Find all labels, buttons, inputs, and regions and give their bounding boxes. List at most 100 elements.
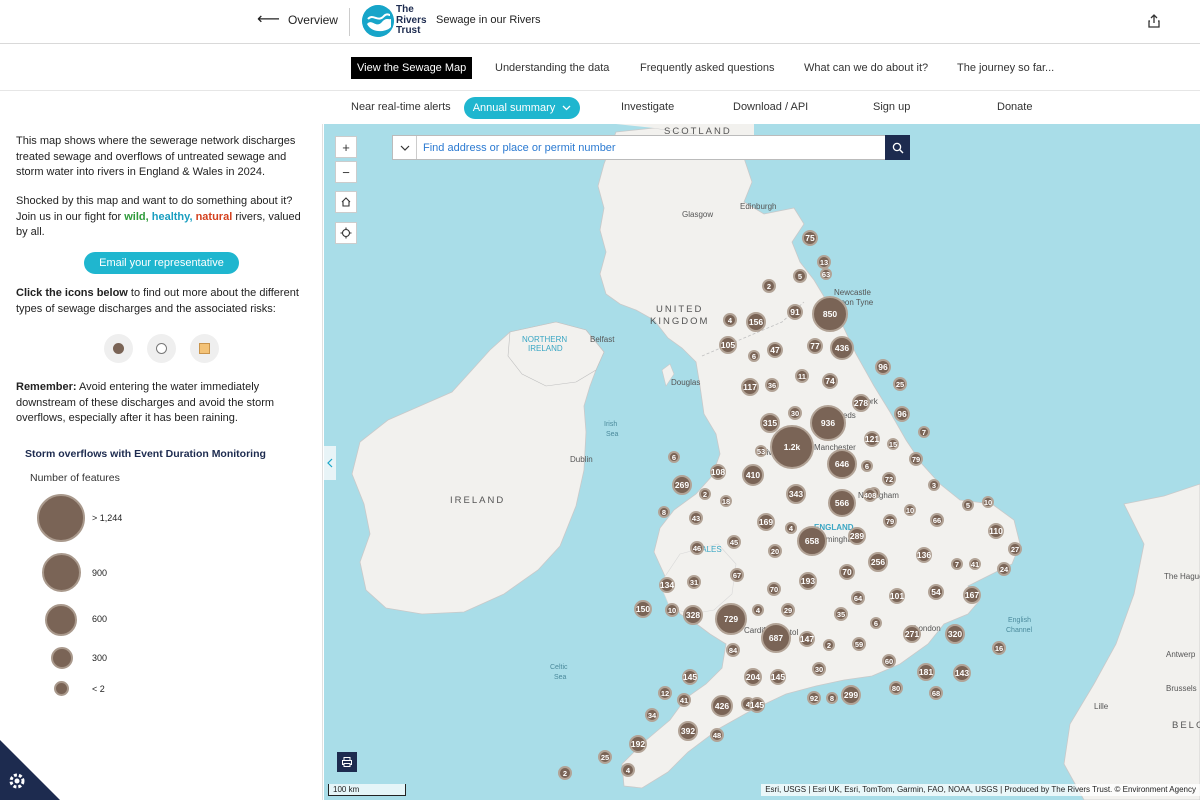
emergency-overflow-button[interactable] (190, 334, 219, 363)
overflow-cluster[interactable]: 2 (699, 488, 711, 500)
overflow-cluster[interactable]: 7 (918, 426, 930, 438)
overflow-cluster[interactable]: 134 (659, 577, 675, 593)
overflow-cluster[interactable]: 53 (755, 445, 767, 457)
overflow-cluster[interactable]: 169 (757, 513, 775, 531)
overflow-cluster[interactable]: 156 (746, 312, 766, 332)
overflow-cluster[interactable]: 5 (962, 499, 974, 511)
overflow-cluster[interactable]: 31 (687, 575, 701, 589)
overflow-cluster[interactable]: 6 (870, 617, 882, 629)
overflow-cluster[interactable]: 74 (822, 373, 838, 389)
overflow-cluster[interactable]: 27 (1008, 542, 1022, 556)
overflow-cluster[interactable]: 11 (795, 369, 809, 383)
overflow-cluster[interactable]: 20 (768, 544, 782, 558)
overflow-cluster[interactable]: 147 (799, 631, 815, 647)
overflow-cluster[interactable]: 936 (810, 405, 846, 441)
overflow-cluster[interactable]: 289 (848, 527, 866, 545)
overflow-cluster[interactable]: 8 (826, 692, 838, 704)
overflow-cluster[interactable]: 35 (834, 607, 848, 621)
overflow-cluster[interactable]: 4 (752, 604, 764, 616)
overflow-cluster[interactable]: 110 (988, 523, 1004, 539)
overflow-cluster[interactable]: 41 (969, 558, 981, 570)
overflow-cluster[interactable]: 13 (817, 255, 831, 269)
home-button[interactable] (335, 191, 357, 213)
overflow-cluster[interactable]: 150 (634, 600, 652, 618)
storm-overflow-button[interactable] (147, 334, 176, 363)
overflow-cluster[interactable]: 2 (558, 766, 572, 780)
overflow-cluster[interactable]: 63 (820, 268, 832, 280)
overflow-cluster[interactable]: 181 (917, 663, 935, 681)
overflow-cluster[interactable]: 80 (889, 681, 903, 695)
overflow-cluster[interactable]: 54 (928, 584, 944, 600)
overflow-cluster[interactable]: 426 (711, 695, 733, 717)
overflow-cluster[interactable]: 59 (852, 637, 866, 651)
overflow-cluster[interactable]: 192 (629, 735, 647, 753)
overflow-cluster[interactable]: 79 (883, 514, 897, 528)
overflow-cluster[interactable]: 10 (665, 603, 679, 617)
overflow-cluster[interactable]: 64 (851, 591, 865, 605)
settings-gear-icon[interactable] (0, 740, 60, 800)
overflow-cluster[interactable]: 392 (678, 721, 698, 741)
overflow-cluster[interactable]: 167 (963, 586, 981, 604)
overflow-cluster[interactable]: 25 (893, 377, 907, 391)
overflow-cluster[interactable]: 12 (658, 686, 672, 700)
overflow-cluster[interactable]: 408 (863, 488, 877, 502)
overflow-cluster[interactable]: 4 (723, 313, 737, 327)
back-to-overview-link[interactable]: ⟵ Overview (257, 12, 338, 28)
overflow-cluster[interactable]: 1.2k (770, 425, 814, 469)
overflow-cluster[interactable]: 2 (823, 639, 835, 651)
overflow-cluster[interactable]: 41 (677, 693, 691, 707)
overflow-cluster[interactable]: 43 (689, 511, 703, 525)
overflow-cluster[interactable]: 436 (830, 336, 854, 360)
overflow-cluster[interactable]: 68 (929, 686, 943, 700)
overflow-cluster[interactable]: 299 (841, 685, 861, 705)
overflow-cluster[interactable]: 145 (770, 669, 786, 685)
overflow-cluster[interactable]: 729 (715, 603, 747, 635)
overflow-cluster[interactable]: 269 (672, 475, 692, 495)
locate-button[interactable] (335, 222, 357, 244)
overflow-cluster[interactable]: 92 (807, 691, 821, 705)
nav-view-sewage-map[interactable]: View the Sewage Map (351, 57, 473, 79)
overflow-cluster[interactable]: 566 (828, 489, 856, 517)
overflow-cluster[interactable]: 271 (903, 625, 921, 643)
zoom-in-button[interactable]: + (335, 136, 357, 158)
overflow-cluster[interactable]: 10 (982, 496, 994, 508)
overflow-cluster[interactable]: 101 (889, 588, 905, 604)
overflow-cluster[interactable]: 121 (864, 431, 880, 447)
overflow-cluster[interactable]: 24 (997, 562, 1011, 576)
overflow-cluster[interactable]: 193 (799, 572, 817, 590)
overflow-cluster[interactable]: 136 (916, 547, 932, 563)
overflow-cluster[interactable]: 108 (710, 464, 726, 480)
overflow-cluster[interactable]: 48 (710, 728, 724, 742)
tab-annual-summary[interactable]: Annual summary (464, 97, 580, 119)
tab-download-api[interactable]: Download / API (733, 101, 808, 113)
overflow-cluster[interactable]: 646 (827, 449, 857, 479)
overflow-cluster[interactable]: 45 (727, 535, 741, 549)
sewage-map[interactable]: SCOTLAND UNITED KINGDOM IRELAND NORTHERN… (324, 124, 1200, 800)
nav-journey-so-far[interactable]: The journey so far... (951, 57, 1060, 79)
overflow-cluster[interactable]: 4 (621, 763, 635, 777)
overflow-cluster[interactable]: 320 (945, 624, 965, 644)
overflow-cluster[interactable]: 75 (802, 230, 818, 246)
overflow-cluster[interactable]: 47 (767, 342, 783, 358)
overflow-cluster[interactable]: 2 (762, 279, 776, 293)
overflow-cluster[interactable]: 79 (909, 452, 923, 466)
overflow-cluster[interactable]: 256 (868, 552, 888, 572)
tab-sign-up[interactable]: Sign up (873, 101, 910, 113)
overflow-cluster[interactable]: 77 (807, 338, 823, 354)
overflow-cluster[interactable]: 145 (749, 697, 765, 713)
overflow-cluster[interactable]: 30 (812, 662, 826, 676)
overflow-cluster[interactable]: 8 (658, 506, 670, 518)
overflow-cluster[interactable]: 658 (797, 526, 827, 556)
overflow-cluster[interactable]: 66 (930, 513, 944, 527)
overflow-cluster[interactable]: 34 (645, 708, 659, 722)
overflow-cluster[interactable]: 6 (668, 451, 680, 463)
overflow-cluster[interactable]: 6 (748, 350, 760, 362)
search-source-dropdown[interactable] (393, 136, 417, 159)
overflow-cluster[interactable]: 7 (951, 558, 963, 570)
overflow-cluster[interactable]: 70 (839, 564, 855, 580)
overflow-cluster[interactable]: 67 (730, 568, 744, 582)
overflow-cluster[interactable]: 36 (765, 378, 779, 392)
collapse-panel-button[interactable] (324, 446, 336, 480)
nav-understanding-data[interactable]: Understanding the data (489, 57, 615, 79)
overflow-cluster[interactable]: 6 (861, 460, 873, 472)
